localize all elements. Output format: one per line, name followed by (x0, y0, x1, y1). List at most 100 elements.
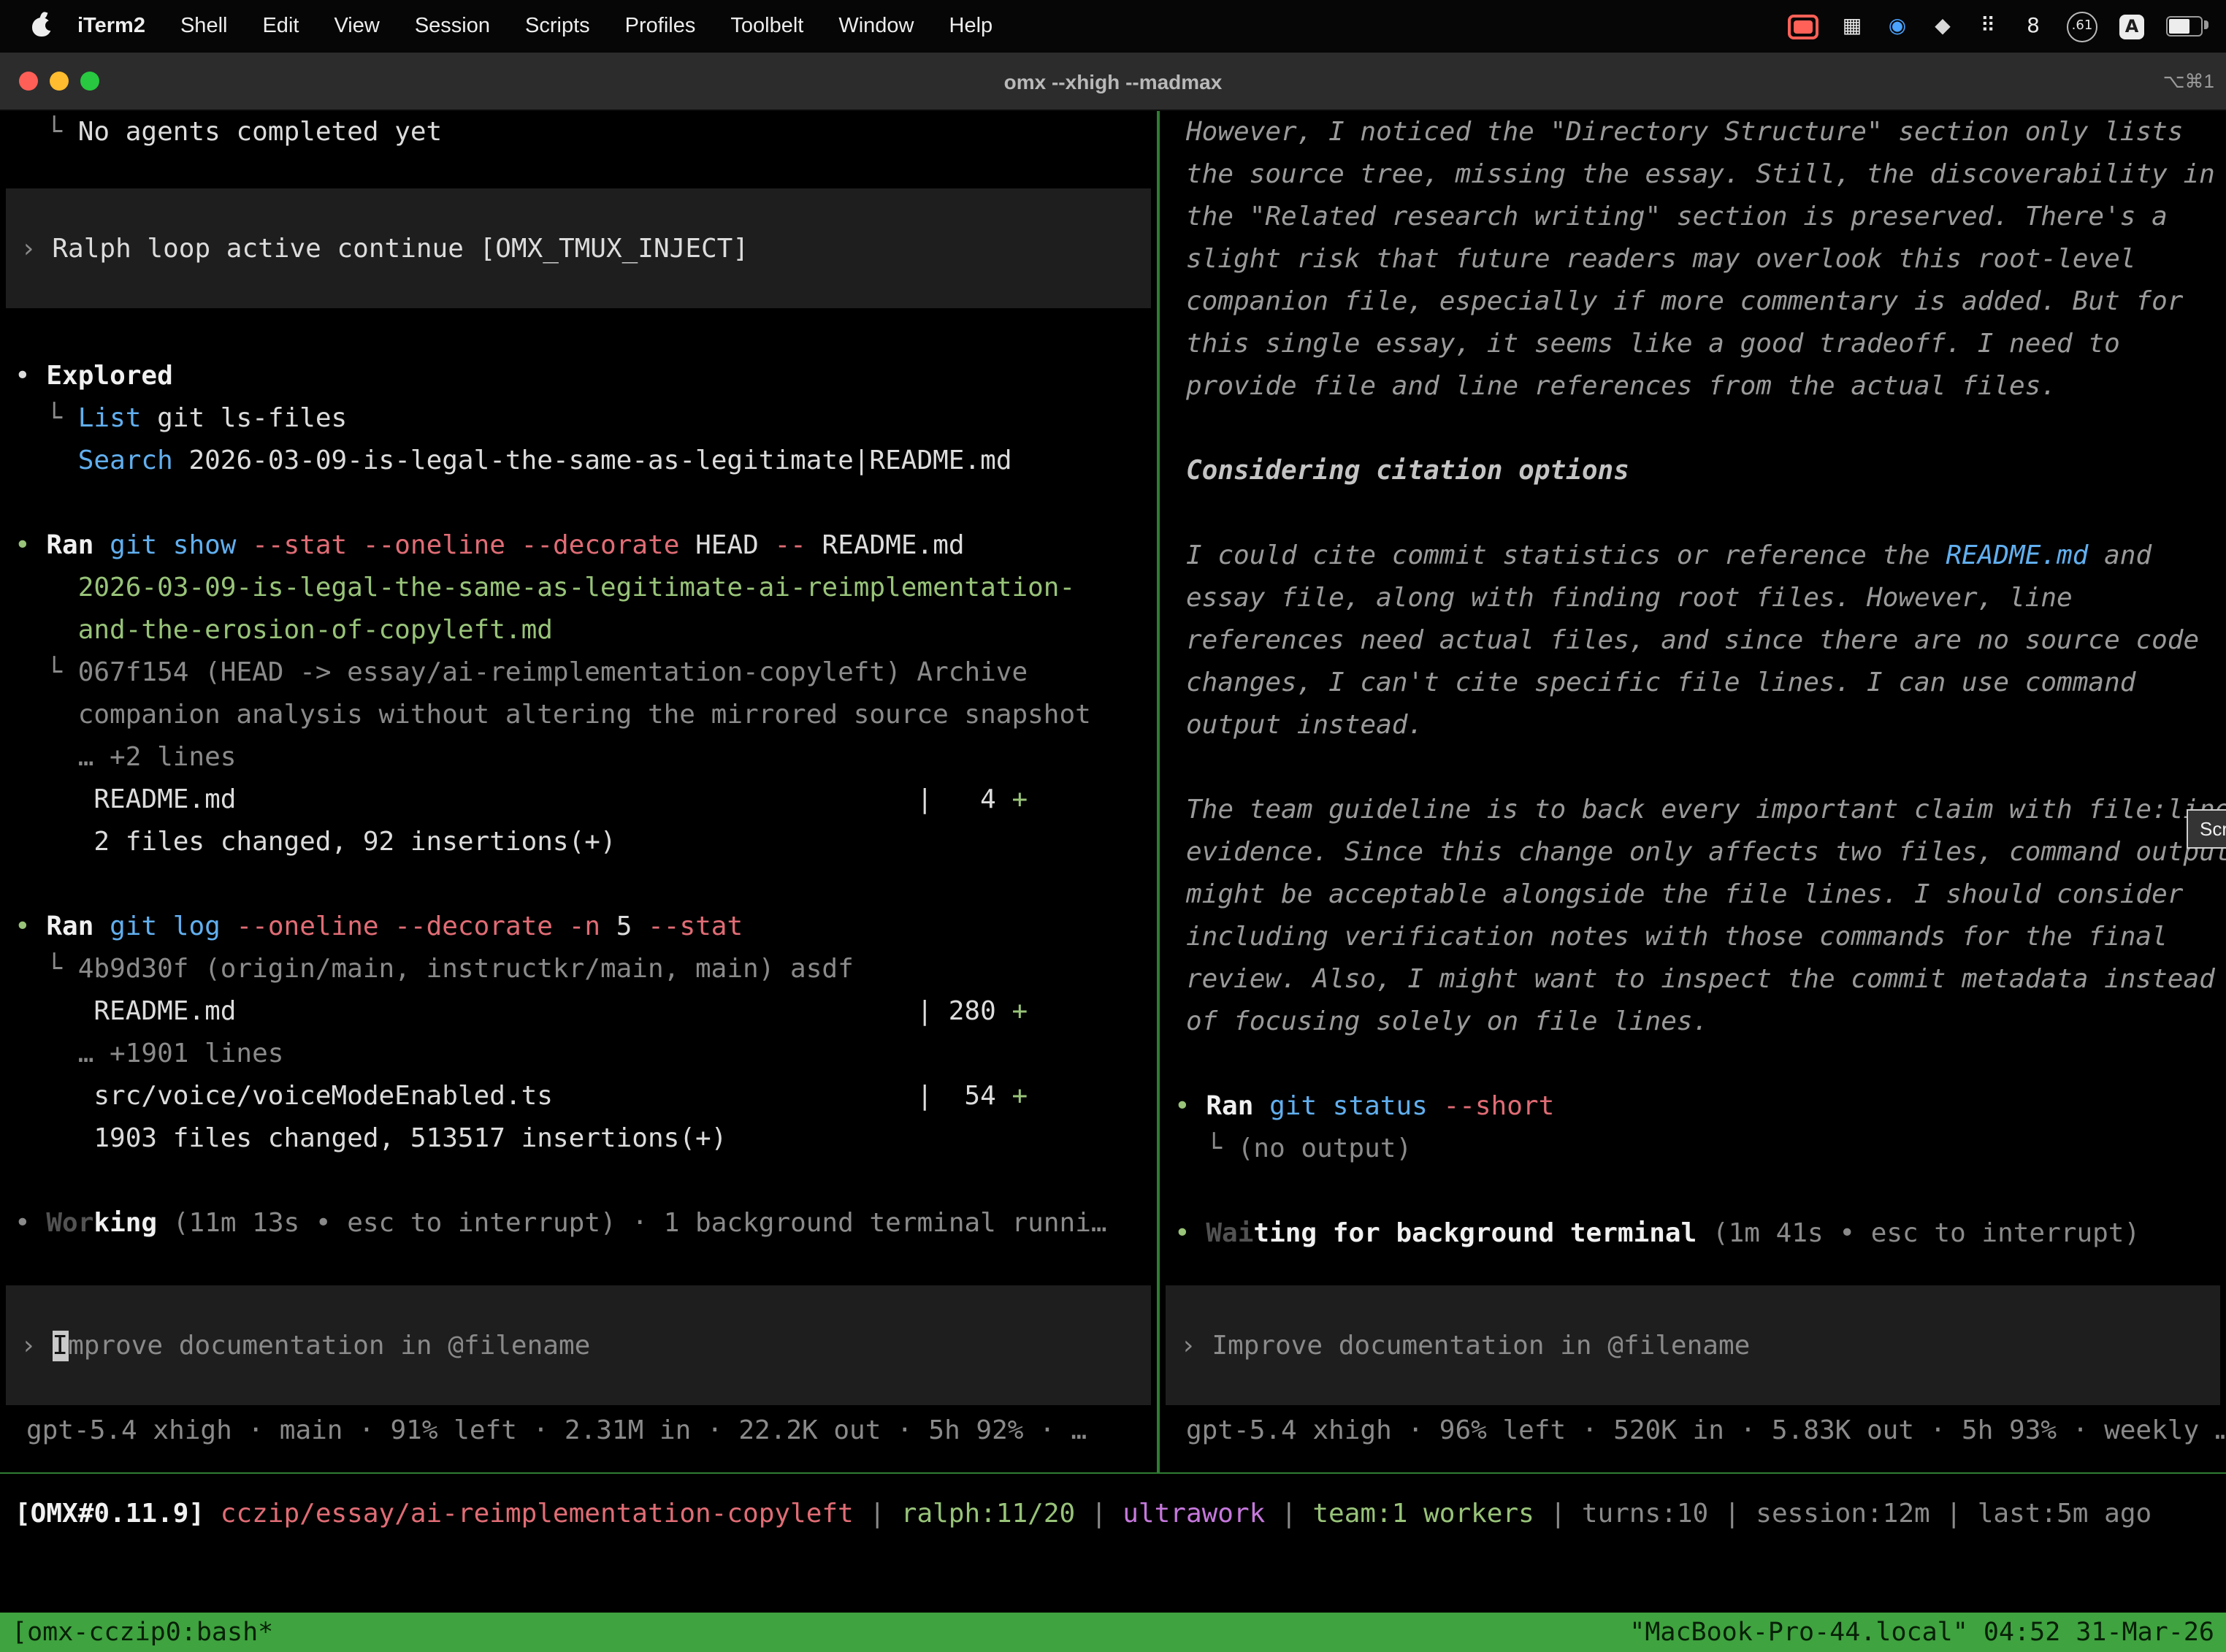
terminal-line: this single essay, it seems like a good … (1160, 323, 2226, 365)
terminal-line: slight risk that future readers may over… (1160, 238, 2226, 280)
right-prompt-text: › Improve documentation in @filename (1166, 1324, 1750, 1366)
terminal-line: of focusing solely on file lines. (1160, 1001, 2226, 1043)
dots-grid-icon[interactable]: ⠿ (1976, 13, 2000, 39)
left-scrollback: └ No agents completed yet (0, 111, 1157, 153)
close-button[interactable] (19, 72, 38, 91)
inject-banner-text: › Ralph loop active continue [OMX_TMUX_I… (6, 227, 749, 269)
terminal-line (0, 863, 1157, 906)
menu-item-profiles[interactable]: Profiles (608, 15, 714, 38)
terminal-line: provide file and line references from th… (1160, 365, 2226, 408)
terminal-line: … +1901 lines (0, 1033, 1157, 1075)
menu-item-help[interactable]: Help (932, 15, 1011, 38)
terminal-line: README.md | 280 + (0, 990, 1157, 1033)
menu-item-app[interactable]: iTerm2 (60, 15, 163, 38)
terminal-line: the "Related research writing" section i… (1160, 196, 2226, 238)
terminal-line: and-the-erosion-of-copyleft.md (0, 609, 1157, 651)
terminal-line: └ 4b9d30f (origin/main, instructkr/main,… (0, 948, 1157, 990)
terminal-line: README.md | 4 + (0, 779, 1157, 821)
terminal-line (1160, 408, 2226, 450)
terminal-line: 2 files changed, 92 insertions(+) (0, 821, 1157, 863)
menu-bar: iTerm2 ShellEditViewSessionScriptsProfil… (0, 0, 2226, 53)
right-model-status: gpt-5.4 xhigh · 96% left · 520K in · 5.8… (1160, 1410, 2226, 1452)
menu-items: ShellEditViewSessionScriptsProfilesToolb… (163, 15, 1010, 38)
right-terminal-pane[interactable]: However, I noticed the "Directory Struct… (1160, 111, 2226, 1472)
left-prompt-input[interactable]: › Improve documentation in @filename (6, 1285, 1151, 1405)
inject-banner: › Ralph loop active continue [OMX_TMUX_I… (6, 188, 1151, 308)
terminal-line: the source tree, missing the essay. Stil… (1160, 153, 2226, 196)
left-scrollback-main: • Explored └ List git ls-files Search 20… (0, 355, 1157, 1244)
terminal-line: 1903 files changed, 513517 insertions(+) (0, 1117, 1157, 1160)
menu-item-toolbelt[interactable]: Toolbelt (713, 15, 821, 38)
terminal-line: companion file, especially if more comme… (1160, 280, 2226, 323)
traffic-lights (19, 53, 99, 110)
terminal-line: essay file, along with finding root file… (1160, 577, 2226, 619)
apple-menu-icon[interactable] (32, 17, 51, 36)
terminal-line (1160, 746, 2226, 789)
tmux-window-item[interactable]: [omx-cczip0:bash* (12, 1618, 273, 1647)
terminal-line: • Ran git show --stat --oneline --decora… (0, 524, 1157, 567)
terminal-line: references need actual files, and since … (1160, 619, 2226, 662)
menu-item-shell[interactable]: Shell (163, 15, 245, 38)
left-terminal-pane[interactable]: └ No agents completed yet › Ralph loop a… (0, 111, 1157, 1472)
keycap-8-icon[interactable]: 8 (2022, 13, 2045, 39)
zoom-button[interactable] (80, 72, 99, 91)
terminal-line (0, 482, 1157, 524)
terminal-line: output instead. (1160, 704, 2226, 746)
blue-app-icon[interactable]: ◉ (1886, 13, 1909, 39)
terminal-line: Search 2026-03-09-is-legal-the-same-as-l… (0, 440, 1157, 482)
right-scrollback: However, I noticed the "Directory Struct… (1160, 111, 2226, 1255)
terminal-line: └ No agents completed yet (0, 111, 1157, 153)
terminal-line: However, I noticed the "Directory Struct… (1160, 111, 2226, 153)
terminal-line: • Explored (0, 355, 1157, 397)
terminal-line: • Waiting for background terminal (1m 41… (1160, 1212, 2226, 1255)
omx-status-text: [OMX#0.11.9] cczip/essay/ai-reimplementa… (0, 1493, 2226, 1535)
terminal-line: • Ran git log --oneline --decorate -n 5 … (0, 906, 1157, 948)
window-shortcut-badge: ⌥⌘1 (2163, 69, 2214, 93)
minimize-button[interactable] (50, 72, 69, 91)
terminal-line: The team guideline is to back every impo… (1160, 789, 2226, 831)
menu-item-scripts[interactable]: Scripts (508, 15, 608, 38)
right-prompt-input[interactable]: › Improve documentation in @filename (1166, 1285, 2220, 1405)
terminal-line: including verification notes with those … (1160, 916, 2226, 958)
terminal-line (0, 1160, 1157, 1202)
terminal-line: might be acceptable alongside the file l… (1160, 873, 2226, 916)
dark-app-icon[interactable]: ◆ (1931, 13, 1954, 39)
terminal-line: Considering citation options (1160, 450, 2226, 492)
menu-item-edit[interactable]: Edit (245, 15, 316, 38)
menu-bar-left: iTerm2 ShellEditViewSessionScriptsProfil… (0, 15, 1010, 38)
screen-share-popup[interactable]: Scre (2187, 809, 2226, 849)
terminal-line: … +2 lines (0, 736, 1157, 779)
left-model-status: gpt-5.4 xhigh · main · 91% left · 2.31M … (0, 1410, 1157, 1452)
window-title: omx --xhigh --madmax (1004, 69, 1223, 93)
terminal-line: • Ran git status --short (1160, 1085, 2226, 1128)
terminal-window: └ No agents completed yet › Ralph loop a… (0, 111, 2226, 1474)
tmux-host-clock: "MacBook-Pro-44.local" 04:52 31-Mar-26 (1629, 1618, 2214, 1647)
window-grid-icon[interactable]: ▦ (1840, 13, 1864, 39)
menu-item-session[interactable]: Session (397, 15, 508, 38)
battery-charging-icon[interactable] (2166, 16, 2203, 37)
terminal-line: src/voice/voiceModeEnabled.ts | 54 + (0, 1075, 1157, 1117)
battery-percentage-icon[interactable]: .61 (2067, 11, 2097, 42)
tmux-status-bar: [omx-cczip0:bash* "MacBook-Pro-44.local"… (0, 1613, 2226, 1652)
screen: iTerm2 ShellEditViewSessionScriptsProfil… (0, 0, 2226, 1630)
terminal-line (1160, 1043, 2226, 1085)
terminal-line: changes, I can't cite specific file line… (1160, 662, 2226, 704)
terminal-line: └ List git ls-files (0, 397, 1157, 440)
title-bar: omx --xhigh --madmax ⌥⌘1 (0, 53, 2226, 111)
omx-status-bar: [OMX#0.11.9] cczip/essay/ai-reimplementa… (0, 1474, 2226, 1613)
terminal-line: companion analysis without altering the … (0, 694, 1157, 736)
screen-recording-indicator[interactable] (1788, 14, 1818, 39)
terminal-line: └ 067f154 (HEAD -> essay/ai-reimplementa… (0, 651, 1157, 694)
menu-item-view[interactable]: View (316, 15, 397, 38)
terminal-line: └ (no output) (1160, 1128, 2226, 1170)
keyboard-layout-icon[interactable]: A (2119, 14, 2144, 39)
terminal-line (1160, 1170, 2226, 1212)
left-prompt-text: › Improve documentation in @filename (6, 1324, 590, 1366)
terminal-line: evidence. Since this change only affects… (1160, 831, 2226, 873)
terminal-line: • Working (11m 13s • esc to interrupt) ·… (0, 1202, 1157, 1244)
terminal-line: 2026-03-09-is-legal-the-same-as-legitima… (0, 567, 1157, 609)
terminal-line: review. Also, I might want to inspect th… (1160, 958, 2226, 1001)
menu-item-window[interactable]: Window (821, 15, 931, 38)
terminal-line: I could cite commit statistics or refere… (1160, 535, 2226, 577)
menu-bar-status-icons: ▦ ◉ ◆ ⠿ 8 .61 A (1788, 11, 2226, 42)
